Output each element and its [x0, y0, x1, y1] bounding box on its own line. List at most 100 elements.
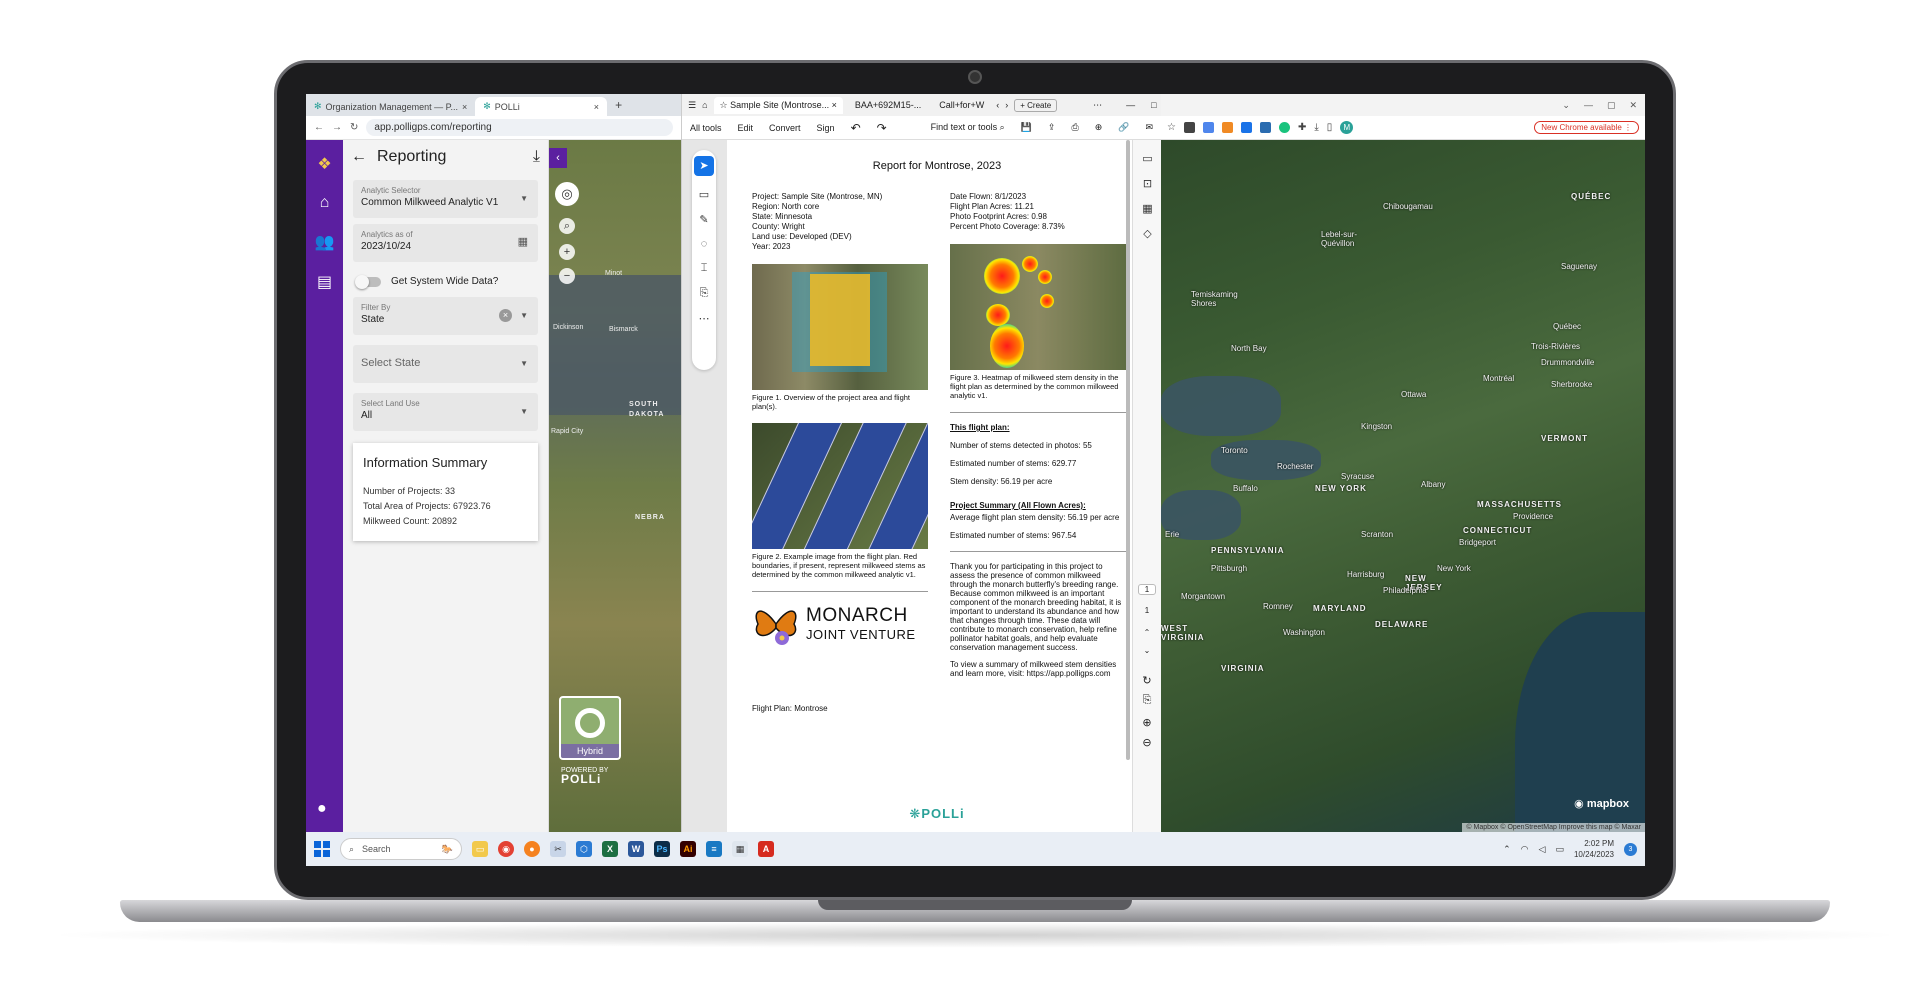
address-bar[interactable]: app.polligps.com/reporting	[366, 119, 673, 136]
battery-icon[interactable]: ▭	[1555, 844, 1564, 855]
settings-icon[interactable]: ⬡	[576, 841, 592, 857]
comment-icon[interactable]: ▭	[699, 188, 709, 201]
more-icon[interactable]: ⋯	[1093, 100, 1102, 111]
home-icon[interactable]: ⌂	[320, 194, 330, 212]
layer-toggle[interactable]: Hybrid	[559, 696, 621, 760]
menu-edit[interactable]: Edit	[738, 123, 754, 133]
land-use-select[interactable]: Select Land Use All ▼	[353, 393, 538, 431]
select-cursor-icon[interactable]: ➤	[694, 156, 714, 176]
back-arrow-icon[interactable]: ←	[351, 148, 367, 166]
undo-icon[interactable]: ↶	[851, 121, 861, 135]
analytic-selector[interactable]: Analytic Selector Common Milkweed Analyt…	[353, 180, 538, 218]
filter-by-select[interactable]: Filter By State × ▼	[353, 297, 538, 335]
snipping-tool-icon[interactable]: ✂	[550, 841, 566, 857]
tab-polli[interactable]: ✻ POLLi ×	[475, 97, 608, 116]
menu-sign[interactable]: Sign	[817, 123, 835, 133]
right-map[interactable]: QUÉBEC Chibougamau Lebel-sur-Quévillon S…	[1161, 140, 1645, 832]
lasso-icon[interactable]: ◌	[701, 238, 708, 250]
wifi-icon[interactable]: ◠	[1521, 844, 1529, 855]
more-tools-icon[interactable]: ⋯	[699, 312, 710, 325]
reload-icon[interactable]: ↻	[350, 122, 358, 133]
mail-icon[interactable]: ✉	[1145, 122, 1153, 133]
logo-icon[interactable]: ❖	[317, 154, 331, 174]
share-icon[interactable]: ⊕	[1095, 122, 1103, 133]
minimize-icon[interactable]: —	[1126, 100, 1135, 110]
home-icon[interactable]: ⌂	[702, 100, 707, 110]
star-icon[interactable]: ☆	[1167, 122, 1176, 133]
close-icon[interactable]: ×	[594, 102, 599, 112]
search-icon[interactable]: ⌕	[559, 218, 575, 234]
document-scrollbar[interactable]	[1126, 140, 1130, 760]
new-tab-icon[interactable]: +	[607, 94, 630, 116]
back-arrow-icon[interactable]: ←	[314, 122, 324, 133]
chevron-left-icon[interactable]: ‹	[996, 100, 999, 110]
map-attribution[interactable]: © Mapbox © OpenStreetMap Improve this ma…	[1462, 823, 1645, 832]
zoom-out-icon[interactable]: ⊖	[1138, 736, 1156, 749]
collapse-panel-icon[interactable]: ‹	[549, 148, 567, 168]
illustrator-icon[interactable]: Ai	[680, 841, 696, 857]
chevron-up-icon[interactable]: ⌃	[1138, 628, 1156, 637]
extension-icon[interactable]	[1183, 122, 1195, 133]
thumbnails-icon[interactable]: ▦	[1142, 202, 1152, 215]
chevron-down-icon[interactable]: ⌄	[1138, 646, 1156, 655]
zoom-out-icon[interactable]: −	[559, 268, 575, 284]
tab-baa[interactable]: BAA+692M15-...	[849, 97, 927, 113]
firefox-icon[interactable]: ●	[524, 841, 540, 857]
document-icon[interactable]: ▤	[317, 272, 332, 292]
select-state-select[interactable]: Select State ▼	[353, 345, 538, 383]
clear-icon[interactable]: ×	[499, 309, 512, 322]
menu-all-tools[interactable]: All tools	[690, 123, 722, 133]
menu-convert[interactable]: Convert	[769, 123, 801, 133]
layers-icon[interactable]: ◇	[1143, 227, 1151, 240]
system-wide-toggle[interactable]	[355, 274, 381, 289]
upload-icon[interactable]: ⇪	[1048, 122, 1056, 133]
left-map[interactable]: ‹ ◎ ⌕ + − Minot Dickinson Bismarck SOUTH…	[549, 140, 681, 832]
acrobat-icon[interactable]: A	[758, 841, 774, 857]
extension-icon[interactable]	[1202, 122, 1214, 133]
tab-sample-site[interactable]: ☆ Sample Site (Montrose... ×	[713, 96, 843, 114]
user-icon[interactable]: ●	[317, 800, 327, 818]
excel-icon[interactable]: X	[602, 841, 618, 857]
maximize-icon[interactable]: □	[1151, 100, 1156, 110]
text-select-icon[interactable]: ⌶	[701, 262, 708, 275]
sidebar-icon[interactable]: ▯	[1327, 122, 1333, 133]
extension-icon[interactable]	[1278, 122, 1290, 133]
pen-icon[interactable]: ✎	[699, 213, 708, 226]
close-icon[interactable]: ×	[462, 102, 467, 112]
download-icon[interactable]: ⤓	[533, 148, 540, 166]
menu-icon[interactable]: ☰	[688, 100, 696, 111]
save-icon[interactable]: 💾	[1021, 122, 1032, 133]
maximize-icon[interactable]: ▢	[1607, 100, 1616, 111]
clock[interactable]: 2:02 PM 10/24/2023	[1574, 838, 1614, 860]
zoom-in-icon[interactable]: ⊕	[1138, 716, 1156, 729]
print-icon[interactable]: ⎙	[1071, 122, 1078, 133]
close-icon[interactable]: ✕	[1629, 100, 1637, 111]
extension-icon[interactable]	[1221, 122, 1233, 133]
rotate-icon[interactable]: ↻	[1138, 674, 1156, 687]
extension-icon[interactable]	[1240, 122, 1252, 133]
tab-organization-management[interactable]: ✻ Organization Management — P... ×	[306, 97, 475, 116]
notification-badge[interactable]: 3	[1624, 842, 1637, 856]
minimize-icon[interactable]: —	[1584, 100, 1593, 110]
extract-icon[interactable]: ⎘	[1138, 694, 1156, 707]
taskbar-search[interactable]: ⌕ Search 🐎	[340, 838, 462, 860]
locate-icon[interactable]: ◎	[555, 182, 579, 206]
word-icon[interactable]: W	[628, 841, 644, 857]
chrome-icon[interactable]: ◉	[498, 841, 514, 857]
puzzle-icon[interactable]: ✚	[1298, 122, 1306, 133]
new-chrome-button[interactable]: New Chrome available ⋮	[1534, 121, 1639, 134]
page-number-input[interactable]: 1	[1138, 584, 1156, 595]
redo-icon[interactable]: ↷	[877, 121, 887, 135]
download-icon[interactable]: ⤓	[1314, 122, 1318, 133]
tab-call-for[interactable]: Call+for+W	[933, 97, 990, 113]
notepad-icon[interactable]: ≡	[706, 841, 722, 857]
find-tools[interactable]: Find text or tools ⌕	[931, 122, 1005, 133]
stamp-icon[interactable]: ⎘	[700, 287, 709, 300]
calendar-icon[interactable]: ▦	[518, 235, 528, 248]
create-button[interactable]: + Create	[1014, 98, 1058, 112]
comments-icon[interactable]: ▭	[1142, 152, 1152, 165]
calculator-icon[interactable]: ▦	[732, 841, 748, 857]
extension-icon[interactable]	[1259, 122, 1271, 133]
forward-arrow-icon[interactable]: →	[332, 122, 342, 133]
chevron-up-icon[interactable]: ⌃	[1503, 844, 1511, 855]
